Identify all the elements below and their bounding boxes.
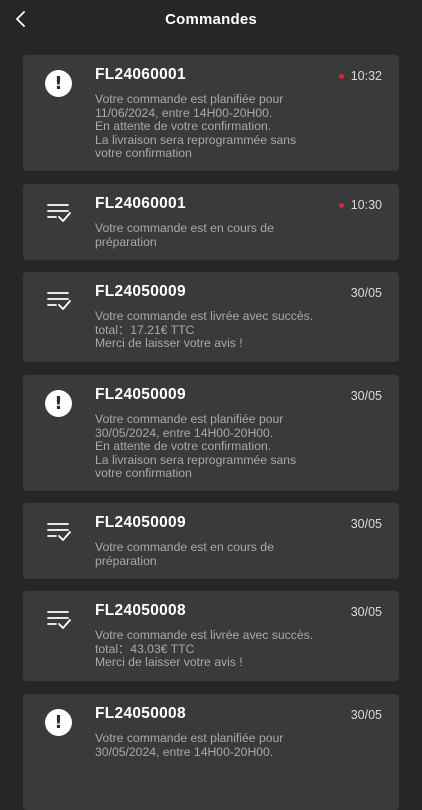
alert-icon: ! [44, 389, 73, 418]
order-message: Votre commande est planifiée pour 30/05/2… [95, 412, 385, 481]
message-line: En attente de votre confirmation. [95, 119, 272, 134]
message-line: votre confirmation [95, 146, 192, 161]
order-timestamp: 30/05 [351, 389, 382, 403]
order-number: FL24050009 [95, 283, 186, 300]
back-button[interactable] [8, 6, 34, 32]
order-number: FL24050008 [95, 602, 186, 619]
order-card[interactable]: FL24050009 30/05 Votre commande est en cou… [23, 503, 399, 579]
page-title: Commandes [165, 10, 257, 28]
order-card[interactable]: FL24050009 30/05 Votre commande est livrée… [23, 272, 399, 362]
order-card[interactable]: ! FL24050009 30/05 Votre commande est plani… [23, 375, 399, 491]
order-card[interactable]: ! FL24060001 10:32 Votre commande est plani… [23, 55, 399, 171]
order-timestamp: 30/05 [351, 517, 382, 531]
timestamp-text: 30/05 [350, 708, 382, 722]
message-line: 30/05/2024, entre 14H00-20H00. [95, 425, 274, 440]
timestamp-text: 30/05 [350, 389, 382, 403]
order-number: FL24060001 [95, 195, 186, 212]
message-line: votre confirmation [95, 466, 192, 481]
order-card[interactable]: FL24050008 30/05 Votre commande est livrée… [23, 591, 399, 681]
order-message: Votre commande est en cours de préparatio… [95, 540, 385, 568]
timestamp-text: 10:30 [350, 198, 382, 212]
alert-icon: ! [44, 69, 73, 98]
order-message: Votre commande est planifiée pour 30/05/2… [95, 731, 385, 759]
order-number: FL24060001 [95, 66, 186, 83]
chevron-left-icon [16, 11, 25, 27]
message-line: Votre commande est planifiée pour [95, 92, 284, 106]
message-line: Merci de laisser votre avis ! [95, 655, 243, 670]
order-card[interactable]: FL24060001 10:30 Votre commande est en cou… [23, 184, 399, 260]
checklist-icon [44, 286, 73, 315]
timestamp-text: 30/05 [350, 605, 382, 619]
checklist-icon [44, 517, 73, 546]
order-message: Votre commande est livrée avec succès. to… [95, 628, 385, 670]
message-line: Votre commande est planifiée pour [95, 731, 284, 745]
order-message: Votre commande est en cours de préparatio… [95, 221, 385, 249]
order-number: FL24050009 [95, 514, 186, 531]
timestamp-text: 30/05 [350, 286, 382, 300]
message-line: total：43.03€ TTC [95, 641, 195, 656]
order-timestamp: 30/05 [351, 286, 382, 300]
order-timestamp: 10:32 [338, 69, 382, 83]
alert-icon: ! [44, 708, 73, 737]
message-line: 11/06/2024, entre 14H00-20H00. [95, 105, 273, 120]
message-line: En attente de votre confirmation. [95, 439, 272, 454]
timestamp-text: 10:32 [350, 69, 382, 83]
message-line: Votre commande est livrée avec succès. [95, 628, 314, 642]
message-line: préparation [95, 234, 157, 249]
message-line: La livraison sera reprogrammée sans [95, 132, 297, 147]
checklist-icon [44, 605, 73, 634]
message-line: Votre commande est livrée avec succès. [95, 309, 314, 323]
order-timestamp: 10:30 [338, 198, 382, 212]
timestamp-text: 30/05 [350, 517, 382, 531]
unread-dot [338, 73, 344, 79]
order-timestamp: 30/05 [351, 708, 382, 722]
order-number: FL24050008 [95, 705, 186, 722]
message-line: 30/05/2024, entre 14H00-20H00. [95, 744, 274, 759]
message-line: Votre commande est planifiée pour [95, 412, 284, 426]
order-timestamp: 30/05 [351, 605, 382, 619]
order-card[interactable]: ! FL24050008 30/05 Votre commande est plani… [23, 694, 399, 810]
message-line: total：17.21€ TTC [95, 322, 195, 337]
message-line: préparation [95, 553, 157, 568]
message-line: Merci de laisser votre avis ! [95, 336, 243, 351]
message-line: Votre commande est en cours de [95, 540, 274, 554]
order-number: FL24050009 [95, 386, 186, 403]
message-line: La livraison sera reprogrammée sans [95, 452, 297, 467]
message-line: Votre commande est en cours de [95, 221, 274, 235]
order-message: Votre commande est planifiée pour 11/06/2… [95, 92, 385, 161]
header-bar: Commandes [0, 0, 422, 38]
unread-dot [338, 202, 344, 208]
checklist-icon [44, 198, 73, 227]
order-message: Votre commande est livrée avec succès. to… [95, 309, 385, 351]
